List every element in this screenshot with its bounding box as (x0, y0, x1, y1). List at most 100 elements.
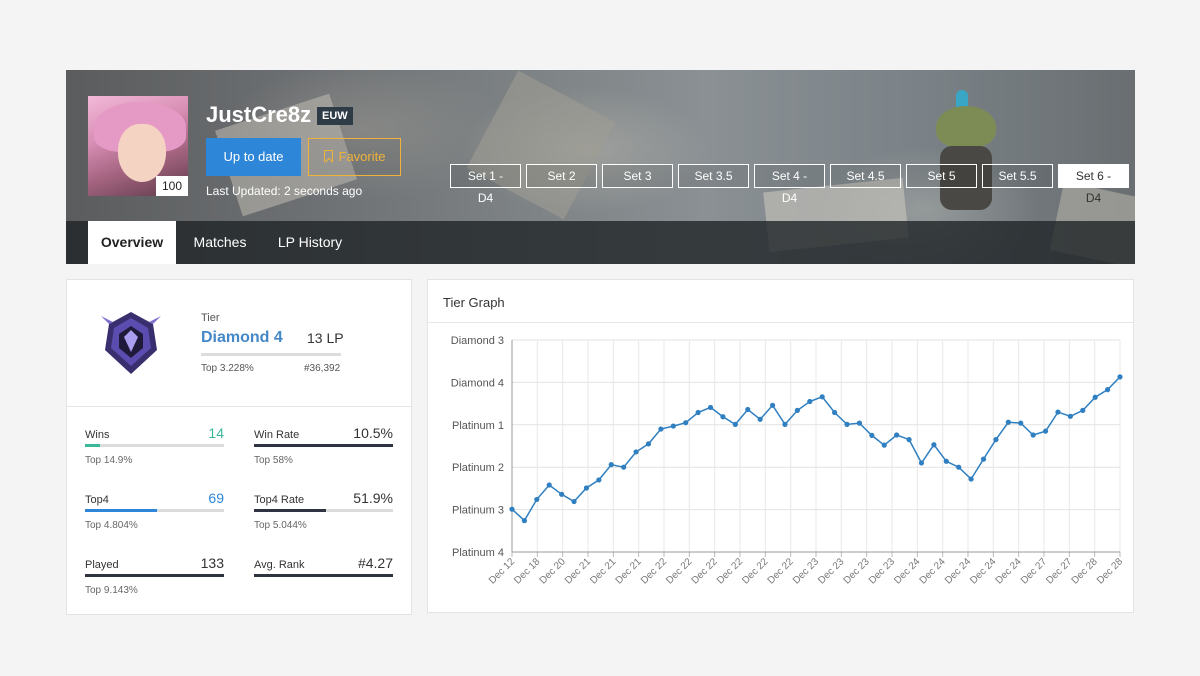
last-updated: Last Updated: 2 seconds ago (206, 184, 363, 198)
tier-lp: 13 LP (307, 330, 344, 346)
set-tab-active[interactable]: Set 6 - D4 (1058, 164, 1129, 205)
set-tab[interactable]: Set 5 (906, 164, 977, 188)
stat-label: Avg. Rank (254, 559, 305, 571)
data-point (844, 421, 850, 427)
stat-value: 133 (200, 555, 224, 571)
stat-value: 14 (208, 425, 224, 441)
data-point (980, 456, 987, 462)
banner-character (928, 90, 1006, 210)
y-tick-label: Platinum 4 (452, 547, 504, 559)
data-point (645, 441, 652, 447)
data-point (546, 482, 552, 488)
stat-bar (254, 509, 393, 512)
tab-lp-history[interactable]: LP History (266, 221, 354, 264)
x-tick-label: Dec 23 (816, 556, 846, 586)
data-point (1117, 374, 1123, 380)
level-badge: 100 (156, 176, 188, 196)
stat-label: Wins (85, 429, 110, 441)
stat-label: Top4 Rate (254, 494, 305, 506)
data-point (918, 460, 925, 466)
ladder-rank: #36,392 (304, 363, 341, 374)
region-badge: EUW (317, 107, 353, 125)
stat-label: Played (85, 559, 119, 571)
avatar: 100 (88, 96, 188, 196)
data-point (1067, 413, 1073, 419)
bookmark-icon (323, 150, 333, 162)
x-tick-label: Dec 21 (614, 556, 644, 586)
x-tick-label: Dec 24 (994, 556, 1024, 586)
rank-card: Tier Diamond 4 13 LP Top 3.228% #36,392 … (66, 279, 412, 615)
stat-bar-fill (254, 509, 327, 512)
data-point (1104, 387, 1111, 393)
data-point (1042, 428, 1049, 434)
x-tick-label: Dec 21 (563, 556, 593, 586)
stat-bar (85, 444, 224, 447)
x-tick-label: Dec 23 (791, 556, 821, 586)
data-point (732, 421, 738, 427)
update-button[interactable]: Up to date (206, 138, 301, 176)
summoner-name: JustCre8z (206, 102, 312, 127)
profile-header: 100 JustCre8z EUW Up to date Favorite La… (66, 70, 1135, 264)
data-point (683, 420, 689, 426)
favorite-button[interactable]: Favorite (308, 138, 401, 176)
data-point (769, 402, 776, 408)
diamond-emblem-icon (101, 312, 161, 374)
tab-matches[interactable]: Matches (184, 221, 256, 264)
data-point (819, 394, 825, 400)
x-tick-label: Dec 23 (842, 556, 872, 586)
tier-name: Diamond 4 (201, 329, 283, 346)
data-point (695, 409, 701, 416)
stat-bar-fill (254, 574, 393, 577)
stat-label: Top4 (85, 494, 109, 506)
data-point (571, 498, 577, 505)
data-point (757, 416, 763, 422)
data-point (832, 409, 838, 416)
data-point (1018, 420, 1024, 426)
data-point (894, 432, 900, 438)
y-tick-label: Diamond 3 (451, 335, 504, 347)
stat-bar-fill (85, 574, 224, 577)
data-point (521, 518, 528, 524)
set-tab[interactable]: Set 3.5 (678, 164, 749, 188)
data-point (782, 421, 788, 427)
data-point (906, 437, 912, 443)
data-point (633, 449, 639, 455)
stat-bar (85, 509, 224, 512)
stat-sub: Top 4.804% (85, 520, 138, 531)
stat-sub: Top 5.044% (254, 520, 307, 531)
y-tick-label: Platinum 2 (452, 462, 504, 474)
data-point (943, 458, 949, 464)
set-tab[interactable]: Set 1 - D4 (450, 164, 521, 205)
data-point (534, 496, 540, 503)
lp-progress-bar (201, 353, 341, 356)
x-tick-label: Dec 22 (740, 556, 770, 586)
x-tick-label: Dec 22 (639, 556, 669, 586)
data-point (509, 506, 515, 512)
x-tick-label: Dec 24 (943, 556, 973, 586)
data-point (931, 442, 937, 448)
x-tick-label: Dec 24 (968, 556, 998, 586)
x-tick-label: Dec 27 (1019, 556, 1049, 586)
data-point (869, 432, 875, 438)
data-point (1092, 394, 1098, 400)
data-point (807, 398, 813, 405)
data-point (720, 414, 726, 420)
tier-top-percent: Top 3.228% (201, 363, 254, 374)
stat-bar (254, 574, 393, 577)
x-tick-label: Dec 12 (487, 556, 517, 586)
set-tab[interactable]: Set 5.5 (982, 164, 1053, 188)
set-tab[interactable]: Set 4 - D4 (754, 164, 825, 205)
set-tab[interactable]: Set 4.5 (830, 164, 901, 188)
data-point (794, 407, 800, 413)
data-point (745, 406, 751, 413)
x-tick-label: Dec 18 (512, 556, 542, 586)
set-tab[interactable]: Set 2 (526, 164, 597, 188)
stat-value: 10.5% (353, 425, 393, 441)
set-tab[interactable]: Set 3 (602, 164, 673, 188)
nav-bar: Overview Matches LP History (66, 221, 1135, 264)
stat-value: 51.9% (353, 490, 393, 506)
data-point (1005, 419, 1011, 425)
data-point (658, 426, 664, 432)
stat-bar (85, 574, 224, 577)
tab-overview[interactable]: Overview (88, 221, 176, 264)
